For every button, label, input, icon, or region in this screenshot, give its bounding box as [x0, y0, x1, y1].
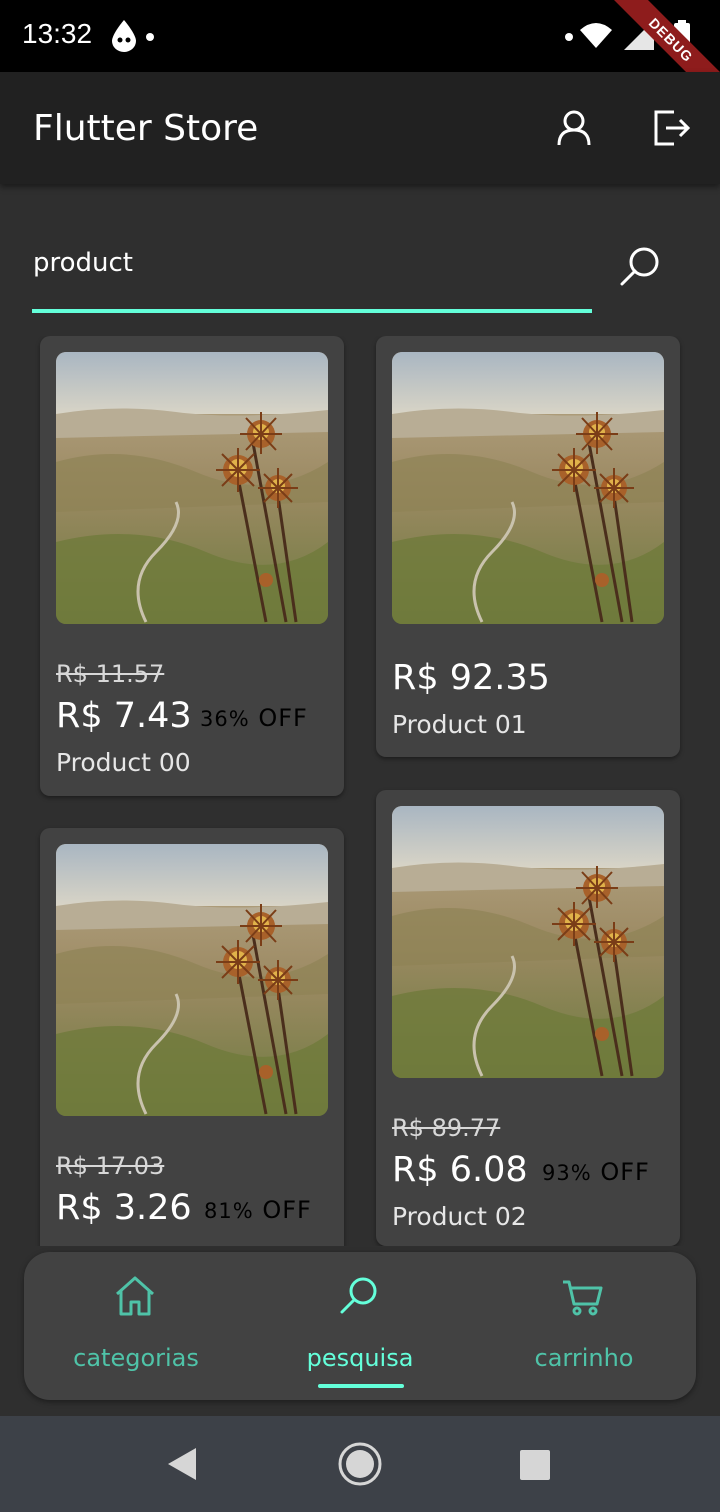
discount-label: OFF [262, 1196, 312, 1224]
product-image [56, 352, 328, 624]
user-icon[interactable] [554, 108, 594, 148]
product-name: Product 00 [56, 748, 191, 777]
back-icon[interactable] [166, 1446, 198, 1482]
app-title: Flutter Store [33, 108, 259, 149]
product-image [56, 844, 328, 1116]
old-price: R$ 17.03 [56, 1152, 165, 1180]
product-image [392, 352, 664, 624]
home-button-icon[interactable] [336, 1440, 384, 1488]
nav-item-pesquisa[interactable]: pesquisa [248, 1252, 472, 1400]
wifi-icon [580, 23, 612, 48]
discount-percent: 81% [204, 1199, 254, 1223]
home-icon [116, 1276, 154, 1316]
product-price: R$ 3.26 [56, 1188, 192, 1228]
status-dot [146, 33, 154, 41]
nav-label: carrinho [534, 1344, 634, 1372]
product-image [392, 806, 664, 1078]
status-bar: 13:32 DEBUG [0, 0, 720, 116]
system-navigation-bar [0, 1416, 720, 1512]
recents-icon[interactable] [520, 1450, 550, 1480]
product-name: Product 02 [392, 1202, 527, 1231]
product-name: Product 01 [392, 710, 527, 739]
product-card[interactable]: R$ 11.57 R$ 7.43 36% OFF Product 00 [40, 336, 344, 796]
product-price: R$ 7.43 [56, 696, 192, 736]
notification-drop-icon [112, 20, 136, 52]
discount-percent: 93% [542, 1161, 592, 1185]
status-time: 13:32 [22, 18, 93, 49]
nav-item-categorias[interactable]: categorias [24, 1252, 248, 1400]
nav-item-carrinho[interactable]: carrinho [472, 1252, 696, 1400]
discount-badge: 93% OFF [542, 1158, 650, 1186]
product-card[interactable]: R$ 92.35 Product 01 [376, 336, 680, 757]
search-input[interactable]: product [33, 248, 133, 278]
product-grid[interactable]: R$ 11.57 R$ 7.43 36% OFF Product 00 R$ 9… [0, 336, 720, 1246]
discount-label: OFF [258, 704, 308, 732]
nav-label: categorias [73, 1344, 199, 1372]
search-underline [32, 309, 592, 313]
product-price: R$ 92.35 [392, 658, 550, 698]
discount-badge: 81% OFF [204, 1196, 312, 1224]
search-icon [340, 1277, 377, 1314]
active-tab-indicator [318, 1384, 404, 1388]
old-price: R$ 89.77 [392, 1114, 501, 1142]
app-bar: Flutter Store [0, 72, 720, 184]
status-dot [565, 33, 573, 41]
product-card[interactable]: R$ 17.03 R$ 3.26 81% OFF [40, 828, 344, 1246]
search-icon[interactable] [616, 242, 664, 290]
product-card[interactable]: R$ 89.77 R$ 6.08 93% OFF Product 02 [376, 790, 680, 1246]
nav-label: pesquisa [306, 1344, 414, 1372]
cart-icon [563, 1280, 603, 1316]
old-price: R$ 11.57 [56, 660, 165, 688]
product-price: R$ 6.08 [392, 1150, 528, 1190]
bottom-navigation: categorias pesquisa carrinho [24, 1252, 696, 1400]
logout-icon[interactable] [652, 108, 692, 148]
discount-percent: 36% [200, 707, 250, 731]
discount-label: OFF [600, 1158, 650, 1186]
discount-badge: 36% OFF [200, 704, 308, 732]
